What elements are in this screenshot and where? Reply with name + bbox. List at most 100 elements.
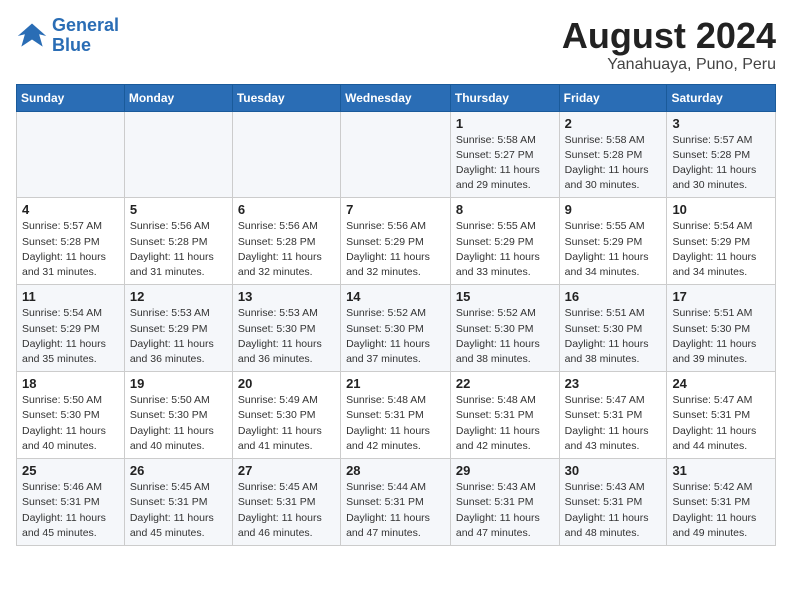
- day-number: 8: [456, 202, 554, 217]
- calendar-week-3: 11Sunrise: 5:54 AM Sunset: 5:29 PM Dayli…: [17, 285, 776, 372]
- weekday-header-row: Sunday Monday Tuesday Wednesday Thursday…: [17, 84, 776, 111]
- day-info: Sunrise: 5:51 AM Sunset: 5:30 PM Dayligh…: [565, 306, 662, 367]
- calendar-week-2: 4 Sunrise: 5:57 AM Sunset: 5:28 PM Daylig…: [17, 198, 776, 285]
- day-info: Sunrise: 5:47 AM Sunset: 5:31 PM Dayligh…: [565, 393, 662, 454]
- day-number: 18: [22, 376, 119, 391]
- day-number: 1: [456, 116, 554, 131]
- day-info: Sunrise: 5:50 AM Sunset: 5:30 PM Dayligh…: [22, 393, 119, 454]
- day-number: 11: [22, 289, 119, 304]
- calendar-cell: 11Sunrise: 5:54 AM Sunset: 5:29 PM Dayli…: [17, 285, 125, 372]
- header-friday: Friday: [559, 84, 667, 111]
- day-info: Sunrise: 5:55 AM Sunset: 5:29 PM Dayligh…: [456, 219, 554, 280]
- day-info: Sunrise: 5:47 AM Sunset: 5:31 PM Dayligh…: [672, 393, 770, 454]
- day-info: Sunrise: 5:45 AM Sunset: 5:31 PM Dayligh…: [238, 480, 335, 541]
- day-info: Sunrise: 5:42 AM Sunset: 5:31 PM Dayligh…: [672, 480, 770, 541]
- day-info: Sunrise: 5:49 AM Sunset: 5:30 PM Dayligh…: [238, 393, 335, 454]
- day-info: Sunrise: 5:48 AM Sunset: 5:31 PM Dayligh…: [456, 393, 554, 454]
- calendar-cell: 27 Sunrise: 5:45 AM Sunset: 5:31 PM Dayli…: [232, 459, 340, 546]
- calendar-title: August 2024: [562, 16, 776, 56]
- header-monday: Monday: [124, 84, 232, 111]
- day-number: 3: [672, 116, 770, 131]
- day-info: Sunrise: 5:56 AM Sunset: 5:28 PM Dayligh…: [238, 219, 335, 280]
- day-info: Sunrise: 5:52 AM Sunset: 5:30 PM Dayligh…: [346, 306, 445, 367]
- day-number: 4: [22, 202, 119, 217]
- day-info: Sunrise: 5:53 AM Sunset: 5:29 PM Dayligh…: [130, 306, 227, 367]
- calendar-cell: 23Sunrise: 5:47 AM Sunset: 5:31 PM Dayli…: [559, 372, 667, 459]
- day-number: 22: [456, 376, 554, 391]
- day-number: 29: [456, 463, 554, 478]
- calendar-cell: [17, 111, 125, 198]
- calendar-cell: 24Sunrise: 5:47 AM Sunset: 5:31 PM Dayli…: [667, 372, 776, 459]
- header-sunday: Sunday: [17, 84, 125, 111]
- day-number: 7: [346, 202, 445, 217]
- day-number: 28: [346, 463, 445, 478]
- calendar-cell: 19 Sunrise: 5:50 AM Sunset: 5:30 PM Dayli…: [124, 372, 232, 459]
- day-number: 14: [346, 289, 445, 304]
- calendar-cell: 5Sunrise: 5:56 AM Sunset: 5:28 PM Daylig…: [124, 198, 232, 285]
- day-number: 12: [130, 289, 227, 304]
- calendar-cell: 12 Sunrise: 5:53 AM Sunset: 5:29 PM Dayli…: [124, 285, 232, 372]
- day-info: Sunrise: 5:43 AM Sunset: 5:31 PM Dayligh…: [565, 480, 662, 541]
- title-block: August 2024 Yanahuaya, Puno, Peru: [562, 16, 776, 74]
- day-info: Sunrise: 5:57 AM Sunset: 5:28 PM Dayligh…: [22, 219, 119, 280]
- day-info: Sunrise: 5:56 AM Sunset: 5:29 PM Dayligh…: [346, 219, 445, 280]
- day-number: 9: [565, 202, 662, 217]
- calendar-cell: 10 Sunrise: 5:54 AM Sunset: 5:29 PM Dayli…: [667, 198, 776, 285]
- calendar-cell: 30 Sunrise: 5:43 AM Sunset: 5:31 PM Dayli…: [559, 459, 667, 546]
- calendar-cell: [124, 111, 232, 198]
- calendar-cell: 21Sunrise: 5:48 AM Sunset: 5:31 PM Dayli…: [341, 372, 451, 459]
- day-info: Sunrise: 5:53 AM Sunset: 5:30 PM Dayligh…: [238, 306, 335, 367]
- day-number: 13: [238, 289, 335, 304]
- calendar-table: Sunday Monday Tuesday Wednesday Thursday…: [16, 84, 776, 546]
- page-header: General Blue August 2024 Yanahuaya, Puno…: [16, 16, 776, 74]
- day-number: 2: [565, 116, 662, 131]
- day-info: Sunrise: 5:43 AM Sunset: 5:31 PM Dayligh…: [456, 480, 554, 541]
- calendar-cell: 29 Sunrise: 5:43 AM Sunset: 5:31 PM Dayli…: [450, 459, 559, 546]
- calendar-cell: 28 Sunrise: 5:44 AM Sunset: 5:31 PM Dayli…: [341, 459, 451, 546]
- calendar-cell: 31Sunrise: 5:42 AM Sunset: 5:31 PM Dayli…: [667, 459, 776, 546]
- calendar-cell: 13 Sunrise: 5:53 AM Sunset: 5:30 PM Dayli…: [232, 285, 340, 372]
- day-number: 6: [238, 202, 335, 217]
- calendar-cell: 4 Sunrise: 5:57 AM Sunset: 5:28 PM Daylig…: [17, 198, 125, 285]
- calendar-cell: 1 Sunrise: 5:58 AM Sunset: 5:27 PM Daylig…: [450, 111, 559, 198]
- day-info: Sunrise: 5:44 AM Sunset: 5:31 PM Dayligh…: [346, 480, 445, 541]
- calendar-cell: 22 Sunrise: 5:48 AM Sunset: 5:31 PM Dayli…: [450, 372, 559, 459]
- calendar-cell: 9Sunrise: 5:55 AM Sunset: 5:29 PM Daylig…: [559, 198, 667, 285]
- header-tuesday: Tuesday: [232, 84, 340, 111]
- calendar-cell: 25Sunrise: 5:46 AM Sunset: 5:31 PM Dayli…: [17, 459, 125, 546]
- header-wednesday: Wednesday: [341, 84, 451, 111]
- calendar-cell: 8 Sunrise: 5:55 AM Sunset: 5:29 PM Daylig…: [450, 198, 559, 285]
- calendar-cell: 26 Sunrise: 5:45 AM Sunset: 5:31 PM Dayli…: [124, 459, 232, 546]
- day-info: Sunrise: 5:52 AM Sunset: 5:30 PM Dayligh…: [456, 306, 554, 367]
- header-saturday: Saturday: [667, 84, 776, 111]
- calendar-week-4: 18 Sunrise: 5:50 AM Sunset: 5:30 PM Dayli…: [17, 372, 776, 459]
- day-number: 27: [238, 463, 335, 478]
- day-info: Sunrise: 5:54 AM Sunset: 5:29 PM Dayligh…: [672, 219, 770, 280]
- day-number: 5: [130, 202, 227, 217]
- day-number: 10: [672, 202, 770, 217]
- calendar-cell: 17Sunrise: 5:51 AM Sunset: 5:30 PM Dayli…: [667, 285, 776, 372]
- day-number: 16: [565, 289, 662, 304]
- logo-icon: [16, 20, 48, 52]
- calendar-cell: 15 Sunrise: 5:52 AM Sunset: 5:30 PM Dayli…: [450, 285, 559, 372]
- day-info: Sunrise: 5:50 AM Sunset: 5:30 PM Dayligh…: [130, 393, 227, 454]
- calendar-cell: 3Sunrise: 5:57 AM Sunset: 5:28 PM Daylig…: [667, 111, 776, 198]
- day-number: 30: [565, 463, 662, 478]
- calendar-cell: 6 Sunrise: 5:56 AM Sunset: 5:28 PM Daylig…: [232, 198, 340, 285]
- day-number: 20: [238, 376, 335, 391]
- day-info: Sunrise: 5:51 AM Sunset: 5:30 PM Dayligh…: [672, 306, 770, 367]
- logo-line1: General: [52, 15, 119, 35]
- logo-text: General Blue: [52, 16, 119, 56]
- calendar-subtitle: Yanahuaya, Puno, Peru: [562, 56, 776, 74]
- day-number: 21: [346, 376, 445, 391]
- calendar-cell: 7 Sunrise: 5:56 AM Sunset: 5:29 PM Daylig…: [341, 198, 451, 285]
- day-info: Sunrise: 5:45 AM Sunset: 5:31 PM Dayligh…: [130, 480, 227, 541]
- calendar-cell: [341, 111, 451, 198]
- header-thursday: Thursday: [450, 84, 559, 111]
- calendar-cell: [232, 111, 340, 198]
- calendar-cell: 18 Sunrise: 5:50 AM Sunset: 5:30 PM Dayli…: [17, 372, 125, 459]
- day-number: 19: [130, 376, 227, 391]
- day-info: Sunrise: 5:58 AM Sunset: 5:27 PM Dayligh…: [456, 133, 554, 194]
- day-number: 15: [456, 289, 554, 304]
- day-number: 26: [130, 463, 227, 478]
